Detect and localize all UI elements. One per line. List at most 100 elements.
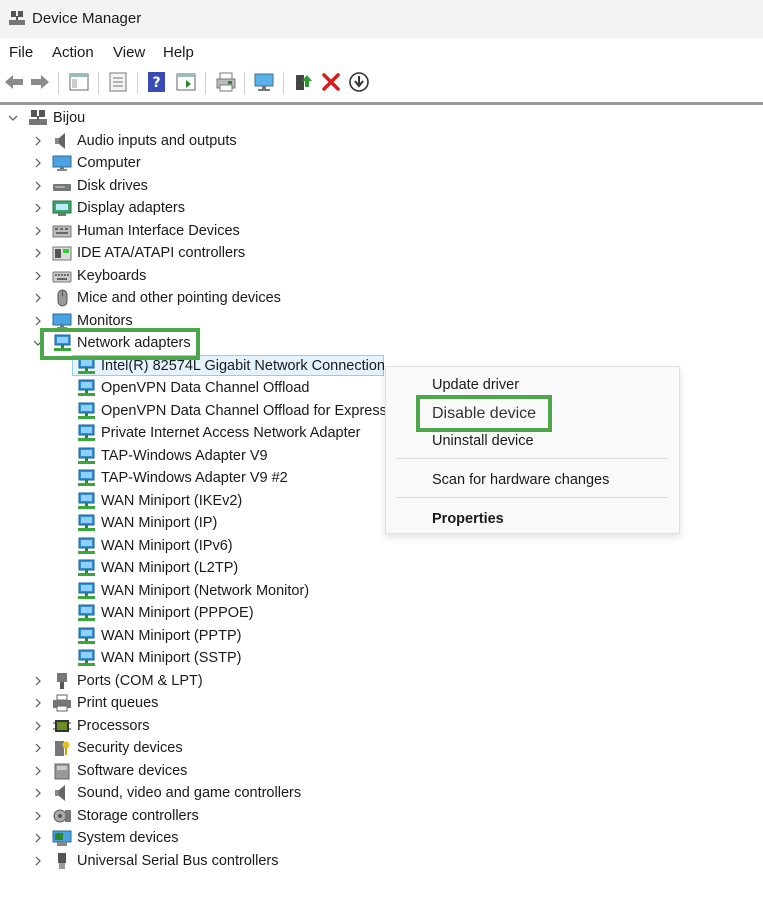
chevron-right-icon[interactable] [33,203,43,213]
tree-category[interactable]: Display adapters [0,197,763,219]
tree-item-label: Print queues [77,695,159,711]
printer-icon [53,694,71,712]
tree-category[interactable]: Monitors [0,310,763,332]
chevron-right-icon[interactable] [33,743,43,753]
sound-icon [55,785,65,801]
toolbar-separator [283,72,284,94]
tree-item-label: WAN Miniport (IKEv2) [101,492,243,509]
chevron-right-icon[interactable] [33,316,43,326]
tree-root[interactable]: Bijou [0,107,763,129]
menu-uninstall-device[interactable]: Uninstall device [432,433,534,449]
tree-category[interactable]: Keyboards [0,265,763,287]
tree-device[interactable]: WAN Miniport (PPPOE) [0,602,763,624]
chevron-right-icon[interactable] [33,766,43,776]
monitor-icon [52,313,72,329]
tree-item-label: Keyboards [77,267,147,284]
chevron-right-icon[interactable] [33,856,43,866]
properties-icon[interactable] [107,71,129,93]
chevron-right-icon[interactable] [33,721,43,731]
chevron-right-icon[interactable] [33,811,43,821]
chevron-right-icon[interactable] [33,698,43,708]
toolbar: ? [0,66,763,100]
menu-properties[interactable]: Properties [432,511,504,527]
network-adapter-icon [78,627,95,644]
update-driver-icon[interactable] [292,71,314,93]
tree-item-label: Private Internet Access Network Adapter [101,425,361,441]
tree-device[interactable]: WAN Miniport (PPTP) [0,625,763,647]
tree-device[interactable]: WAN Miniport (Network Monitor) [0,580,763,602]
menu-help[interactable]: Help [163,44,194,61]
tree-item-label: TAP-Windows Adapter V9 [101,447,268,464]
tree-category[interactable]: IDE ATA/ATAPI controllers [0,242,763,264]
chevron-right-icon[interactable] [33,293,43,303]
tree-category[interactable]: Ports (COM & LPT) [0,670,763,692]
tree-item-label: Monitors [77,312,133,329]
chevron-right-icon[interactable] [33,676,43,686]
tree-category[interactable]: Sound, video and game controllers [0,782,763,804]
menu-view[interactable]: View [113,44,145,61]
tree-category[interactable]: Universal Serial Bus controllers [0,850,763,872]
keyboard-icon [52,271,72,282]
menu-scan-hardware[interactable]: Scan for hardware changes [432,472,609,488]
tree-category[interactable]: System devices [0,827,763,849]
tree-item-label: System devices [77,830,179,846]
menu-update-driver[interactable]: Update driver [432,377,519,393]
tree-item-label: Intel(R) 82574L Gigabit Network Connecti… [101,357,385,374]
tree-device[interactable]: WAN Miniport (L2TP) [0,557,763,579]
tree-item-label: Mice and other pointing devices [77,290,281,306]
tree-item-label: WAN Miniport (Network Monitor) [101,582,310,599]
chevron-right-icon[interactable] [33,226,43,236]
forward-arrow-icon[interactable] [29,71,51,93]
tree-item-label: WAN Miniport (SSTP) [101,650,242,666]
back-arrow-icon[interactable] [3,71,25,93]
tree-category[interactable]: Computer [0,152,763,174]
computer-icon [52,155,72,171]
speaker-icon [55,132,65,149]
menu-disable-device[interactable]: Disable device [432,405,536,423]
network-adapter-icon [54,334,71,351]
tree-category[interactable]: Storage controllers [0,805,763,827]
tree-category[interactable]: Processors [0,715,763,737]
chevron-right-icon[interactable] [33,248,43,258]
device-manager-app-icon [9,11,25,25]
help-icon[interactable]: ? [146,71,168,93]
scan-monitor-icon[interactable] [253,71,275,93]
tree-item-label: Storage controllers [77,807,199,824]
tree-category[interactable]: Mice and other pointing devices [0,287,763,309]
network-adapter-icon [78,582,95,599]
tree-item-label: Security devices [77,740,183,756]
tree-category[interactable]: Print queues [0,692,763,714]
tree-category[interactable]: Audio inputs and outputs [0,130,763,152]
toolbar-separator [244,72,245,94]
disable-device-icon[interactable] [348,71,370,93]
tree-item-label: IDE ATA/ATAPI controllers [77,245,246,261]
uninstall-icon[interactable] [320,71,342,93]
action-pane-icon[interactable] [175,71,197,93]
tree-device[interactable]: WAN Miniport (SSTP) [0,647,763,669]
tree-category[interactable]: Software devices [0,760,763,782]
menu-file[interactable]: File [9,44,33,61]
tree-category[interactable]: Disk drives [0,175,763,197]
chevron-down-icon[interactable] [8,113,18,123]
computer-root-icon [29,110,47,125]
tree-item-label: Universal Serial Bus controllers [77,852,279,869]
toolbar-separator [205,72,206,94]
chevron-right-icon[interactable] [33,788,43,798]
chevron-right-icon[interactable] [33,136,43,146]
display-adapter-icon [52,200,72,216]
chevron-right-icon[interactable] [33,181,43,191]
menu-action[interactable]: Action [52,44,94,61]
show-hide-console-tree-icon[interactable] [68,71,90,93]
tree-category[interactable]: Network adapters [0,332,763,354]
tree-category[interactable]: Security devices [0,737,763,759]
context-menu: Update driver Disable device Uninstall d… [385,366,680,534]
chevron-right-icon[interactable] [33,271,43,281]
chevron-right-icon[interactable] [33,158,43,168]
tree-item-label: Processors [77,717,150,734]
tree-device[interactable]: WAN Miniport (IPv6) [0,535,763,557]
chevron-down-icon[interactable] [33,338,43,348]
tree-category[interactable]: Human Interface Devices [0,220,763,242]
network-adapter-icon [78,469,95,486]
chevron-right-icon[interactable] [33,833,43,843]
print-icon[interactable] [215,71,237,93]
